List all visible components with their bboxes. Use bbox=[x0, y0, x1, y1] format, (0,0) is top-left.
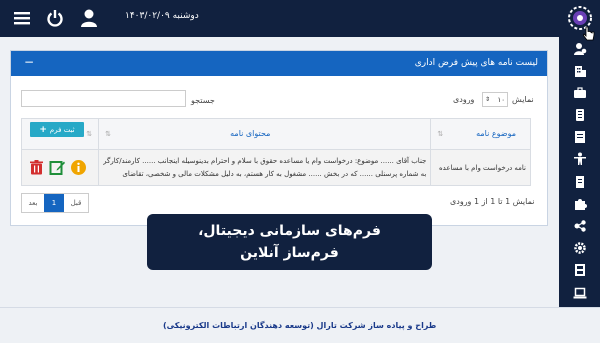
footer-credit[interactable]: طراح و پیاده ساز شرکت تارال (توسعه دهندگ… bbox=[163, 321, 436, 330]
document-icon[interactable] bbox=[572, 174, 588, 190]
add-form-label: ثبت فرم bbox=[49, 125, 75, 134]
archive-icon[interactable] bbox=[572, 107, 588, 123]
building-icon[interactable] bbox=[572, 63, 588, 79]
puzzle-icon[interactable] bbox=[572, 196, 588, 212]
table-info: نمایش 1 تا 1 از 1 ورودی bbox=[450, 197, 535, 206]
mouse-pointer-icon bbox=[583, 26, 595, 41]
row-actions bbox=[20, 149, 100, 186]
banner-line-2: فرم‌ساز آنلاین bbox=[240, 245, 339, 261]
edit-icon[interactable] bbox=[49, 159, 66, 176]
network-icon[interactable] bbox=[572, 218, 588, 234]
footer-divider bbox=[0, 307, 600, 308]
menu-icon[interactable] bbox=[12, 8, 32, 28]
sidebar bbox=[559, 37, 600, 307]
pagination: بعد 1 قبل bbox=[21, 193, 89, 213]
film-icon[interactable] bbox=[572, 262, 588, 278]
top-navbar: دوشنبه ۱۴۰۳/۰۲/۰۹ bbox=[0, 0, 600, 37]
add-form-button[interactable]: ثبت فرم + bbox=[30, 122, 84, 137]
plus-icon: + bbox=[39, 124, 47, 135]
person-icon[interactable] bbox=[572, 151, 588, 167]
info-icon[interactable] bbox=[70, 159, 87, 176]
user-icon[interactable] bbox=[79, 8, 99, 28]
sort-icon: ⇅ bbox=[86, 130, 93, 138]
table-row[interactable]: نامه درخواست وام با مساعده جناب آقای ...… bbox=[20, 149, 531, 186]
sort-icon: ⇅ bbox=[437, 130, 444, 138]
search-label: جستجو bbox=[191, 96, 215, 105]
row-content: جناب آقای ...... موضوع: درخواست وام یا م… bbox=[98, 149, 432, 186]
entries-label: ورودی bbox=[453, 95, 475, 104]
sort-icon: ⇅ bbox=[105, 130, 112, 138]
chevron-down-icon: ⇕ bbox=[485, 96, 491, 103]
panel-title: لیست نامه های پیش فرض اداری bbox=[414, 58, 538, 68]
column-header-content[interactable]: ⇅ محتوای نامه bbox=[98, 118, 432, 150]
promo-banner: فرم‌های سازمانی دیجیتال، فرم‌ساز آنلاین bbox=[147, 214, 432, 270]
banner-line-1: فرم‌های سازمانی دیجیتال، bbox=[198, 223, 381, 239]
laptop-icon[interactable] bbox=[572, 285, 588, 301]
next-button[interactable]: بعد bbox=[22, 194, 44, 212]
letters-table: ⇅ موضوع نامه ⇅ محتوای نامه ⇅ ثبت فرم + ن… bbox=[20, 118, 531, 186]
folder-icon[interactable] bbox=[572, 129, 588, 145]
page-1-button[interactable]: 1 bbox=[44, 194, 64, 212]
page-size-value: ۱۰ bbox=[497, 95, 505, 104]
collapse-button[interactable]: − bbox=[24, 56, 34, 68]
panel-header: لیست نامه های پیش فرض اداری − bbox=[11, 51, 547, 76]
row-subject: نامه درخواست وام با مساعده bbox=[430, 149, 531, 186]
delete-icon[interactable] bbox=[28, 159, 45, 176]
column-header-actions: ⇅ ثبت فرم + bbox=[20, 118, 100, 150]
show-label: نمایش bbox=[512, 95, 534, 104]
current-date: دوشنبه ۱۴۰۳/۰۲/۰۹ bbox=[125, 11, 199, 21]
page-size-select[interactable]: ۱۰ ⇕ bbox=[482, 92, 508, 107]
search-input[interactable] bbox=[21, 90, 186, 107]
previous-button[interactable]: قبل bbox=[64, 194, 88, 212]
column-header-subject[interactable]: ⇅ موضوع نامه bbox=[430, 118, 531, 150]
gear-icon[interactable] bbox=[572, 240, 588, 256]
briefcase-icon[interactable] bbox=[572, 85, 588, 101]
power-icon[interactable] bbox=[45, 8, 65, 28]
user-management-icon[interactable] bbox=[572, 41, 588, 57]
